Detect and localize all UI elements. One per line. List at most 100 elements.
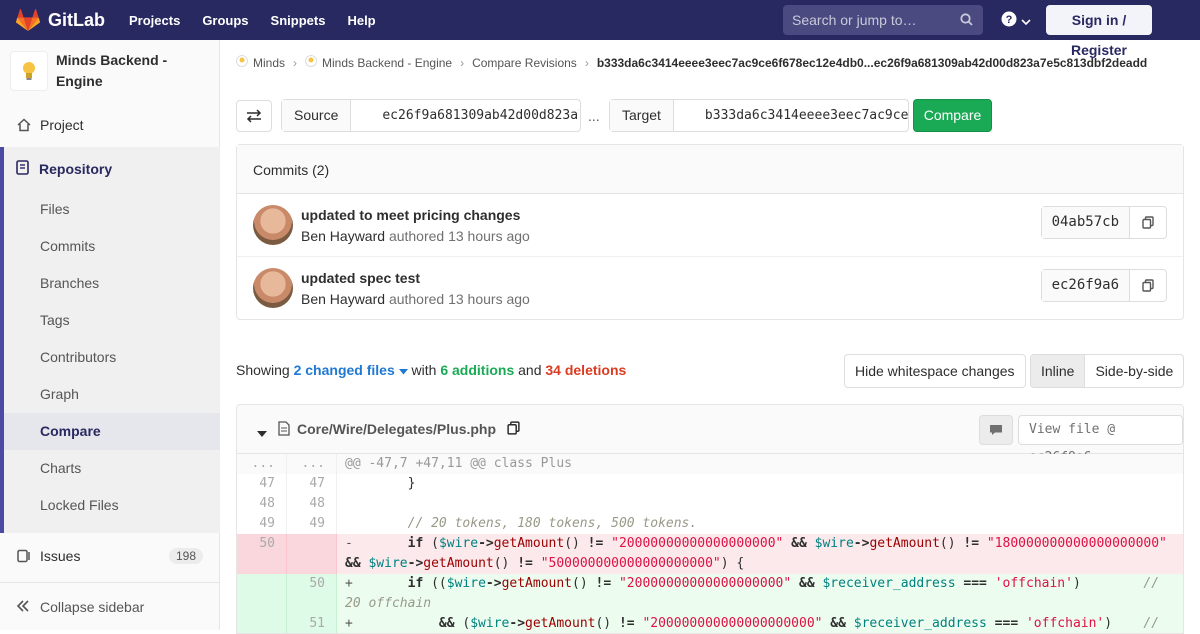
nav-groups[interactable]: Groups xyxy=(202,13,248,28)
changed-files-dropdown[interactable]: 2 changed files xyxy=(294,362,408,378)
brand-name: GitLab xyxy=(48,9,105,30)
target-label: Target xyxy=(610,100,674,131)
breadcrumb-group[interactable]: Minds xyxy=(253,56,285,70)
compare-button[interactable]: Compare xyxy=(913,99,992,132)
swap-revisions-button[interactable] xyxy=(236,100,272,132)
sidebar-item-repository[interactable]: Repository xyxy=(4,147,220,191)
nav-projects[interactable]: Projects xyxy=(129,13,180,28)
copy-sha-button[interactable] xyxy=(1130,270,1166,301)
summary-and: and xyxy=(518,362,542,378)
search-input[interactable]: Search or jump to… xyxy=(783,5,983,35)
deletions-count: 34 deletions xyxy=(545,362,627,378)
old-line-number[interactable] xyxy=(237,574,287,614)
old-line-number[interactable]: 47 xyxy=(237,474,287,494)
breadcrumb-current[interactable]: b333da6c3414eeee3eec7ac9ce6f678ec12e4db0… xyxy=(597,56,1147,70)
commit-sha[interactable]: 04ab57cb xyxy=(1041,207,1130,238)
summary-showing: Showing xyxy=(236,362,290,378)
diff-view-toggle: Inline Side-by-side xyxy=(1030,354,1185,388)
commit-sha[interactable]: ec26f9a6 xyxy=(1041,270,1130,301)
old-line-number[interactable] xyxy=(237,614,287,633)
commit-author[interactable]: Ben Hayward xyxy=(301,228,385,244)
side-by-side-view-button[interactable]: Side-by-side xyxy=(1085,355,1183,387)
nav-help[interactable]: Help xyxy=(347,13,375,28)
sidebar-item-contributors[interactable]: Contributors xyxy=(4,339,220,376)
old-line-number[interactable]: 49 xyxy=(237,514,287,534)
project-avatar xyxy=(10,51,48,91)
sidebar-item-commits[interactable]: Commits xyxy=(4,228,220,265)
copy-icon xyxy=(507,421,520,435)
additions-count: 6 additions xyxy=(440,362,515,378)
sidebar-item-issues[interactable]: Issues 198 xyxy=(0,537,219,574)
view-file-button[interactable]: View file @ ec26f9a6 xyxy=(1018,415,1183,465)
sign-in-button[interactable]: Sign in / Register xyxy=(1046,5,1152,58)
breadcrumb-section[interactable]: Compare Revisions xyxy=(472,56,577,70)
source-ref-value[interactable]: ec26f9a681309ab42d00d823a7e5c813dbf2dead… xyxy=(351,100,579,131)
file-path[interactable]: Core/Wire/Delegates/Plus.php xyxy=(297,421,496,437)
sidebar-item-charts[interactable]: Charts xyxy=(4,450,220,487)
new-line-number[interactable]: 47 xyxy=(287,474,337,494)
diff-file-header: Core/Wire/Delegates/Plus.php View file @… xyxy=(237,405,1183,465)
old-line-number: ... xyxy=(237,454,287,474)
sidebar-item-project[interactable]: Project xyxy=(0,106,219,143)
sidebar-item-files[interactable]: Files xyxy=(4,191,220,228)
breadcrumb-separator-icon: › xyxy=(293,55,298,70)
new-line-number[interactable]: 49 xyxy=(287,514,337,534)
issues-icon xyxy=(16,549,32,563)
old-line-number[interactable]: 48 xyxy=(237,494,287,514)
toggle-comments-button[interactable] xyxy=(979,415,1013,445)
sidebar-item-label: Project xyxy=(40,116,84,133)
diff-line-code: + && ($wire->getAmount() != "20000000000… xyxy=(337,614,1183,633)
collapse-sidebar-button[interactable]: Collapse sidebar xyxy=(0,582,219,630)
sidebar-item-compare[interactable]: Compare xyxy=(4,413,220,450)
search-icon xyxy=(960,13,973,29)
gitlab-logo[interactable]: GitLab xyxy=(16,9,116,31)
sidebar-project-header[interactable]: Minds Backend - Engine xyxy=(0,40,219,102)
diff-file: Core/Wire/Delegates/Plus.php View file @… xyxy=(236,404,1184,634)
sidebar-item-graph[interactable]: Graph xyxy=(4,376,220,413)
commits-header: Commits (2) xyxy=(237,145,1183,194)
author-avatar[interactable] xyxy=(253,268,293,308)
book-icon xyxy=(16,160,29,178)
target-ref-selector[interactable]: Target b333da6c3414eeee3eec7ac9ce6f678ec… xyxy=(609,99,909,132)
collapse-label: Collapse sidebar xyxy=(40,598,145,615)
search-placeholder: Search or jump to… xyxy=(792,12,917,28)
new-line-number[interactable]: 48 xyxy=(287,494,337,514)
commit-sha-group: 04ab57cb xyxy=(1040,206,1167,239)
diff-line: 47 47 } xyxy=(237,474,1183,494)
nav-snippets[interactable]: Snippets xyxy=(271,13,326,28)
diff-line-code: } xyxy=(345,476,416,491)
file-icon xyxy=(278,421,290,439)
inline-view-button[interactable]: Inline xyxy=(1031,355,1086,387)
target-ref-value[interactable]: b333da6c3414eeee3eec7ac9ce6f678ec12e4db0 xyxy=(674,100,908,131)
copy-sha-button[interactable] xyxy=(1130,207,1166,238)
sidebar-item-branches[interactable]: Branches xyxy=(4,265,220,302)
sidebar-item-locked-files[interactable]: Locked Files xyxy=(4,487,220,524)
copy-file-path-button[interactable] xyxy=(507,421,520,438)
hunk-text: @@ -47,7 +47,11 @@ class Plus xyxy=(337,454,1183,474)
source-ref-selector[interactable]: Source ec26f9a681309ab42d00d823a7e5c813d… xyxy=(281,99,581,132)
comment-icon xyxy=(990,425,1002,435)
svg-text:?: ? xyxy=(1006,14,1013,26)
commit-title[interactable]: updated to meet pricing changes xyxy=(301,207,520,223)
top-navbar: GitLab Projects Groups Snippets Help Sea… xyxy=(0,0,1200,58)
double-chevron-left-icon xyxy=(16,599,30,615)
swap-icon xyxy=(246,109,262,123)
sidebar-item-tags[interactable]: Tags xyxy=(4,302,220,339)
new-line-number[interactable]: 51 xyxy=(287,614,337,633)
summary-with: with xyxy=(411,362,437,378)
caret-down-icon xyxy=(398,362,408,378)
breadcrumb-project[interactable]: Minds Backend - Engine xyxy=(322,56,452,70)
new-line-number[interactable]: 50 xyxy=(287,574,337,614)
commit-author[interactable]: Ben Hayward xyxy=(301,291,385,307)
commit-title[interactable]: updated spec test xyxy=(301,270,420,286)
new-line-number[interactable] xyxy=(287,534,337,574)
author-avatar[interactable] xyxy=(253,205,293,245)
compare-dots: ... xyxy=(588,108,600,124)
help-dropdown[interactable]: ? xyxy=(1001,11,1031,30)
commits-panel: Commits (2) updated to meet pricing chan… xyxy=(236,144,1184,320)
hide-whitespace-button[interactable]: Hide whitespace changes xyxy=(844,354,1026,388)
caret-down-icon[interactable] xyxy=(257,425,267,441)
old-line-number[interactable]: 50 xyxy=(237,534,287,574)
diff-line-code: + if (($wire->getAmount() != "2000000000… xyxy=(337,574,1183,614)
commit-sha-group: ec26f9a6 xyxy=(1040,269,1167,302)
